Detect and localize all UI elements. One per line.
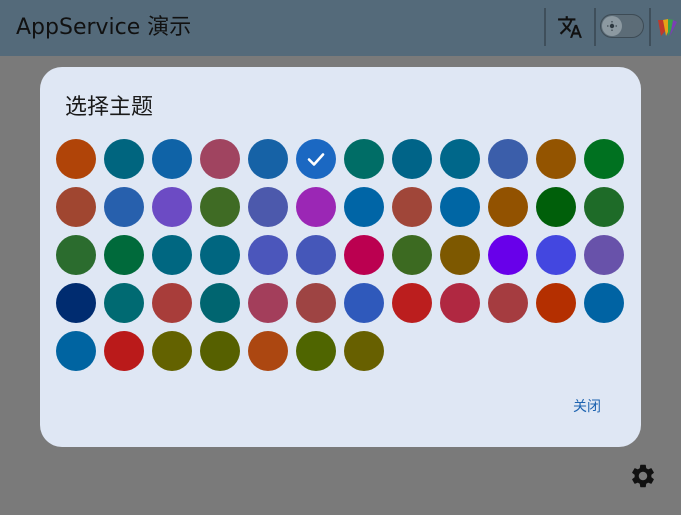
color-swatch[interactable] — [152, 235, 192, 275]
color-swatch[interactable] — [344, 331, 384, 371]
color-swatch[interactable] — [584, 283, 624, 323]
gear-icon[interactable] — [629, 462, 657, 490]
color-swatch[interactable] — [296, 187, 336, 227]
color-swatch[interactable] — [56, 331, 96, 371]
color-swatch[interactable] — [488, 235, 528, 275]
theme-picker-dialog: 选择主题 关闭 — [40, 67, 641, 447]
color-swatch[interactable] — [152, 331, 192, 371]
color-swatch-selected[interactable] — [296, 139, 336, 179]
color-swatch[interactable] — [104, 283, 144, 323]
color-swatch[interactable] — [584, 187, 624, 227]
color-swatch[interactable] — [440, 139, 480, 179]
check-icon — [307, 153, 325, 166]
color-swatch[interactable] — [56, 139, 96, 179]
color-swatch[interactable] — [488, 139, 528, 179]
app-bar: AppService 演示 — [0, 0, 681, 56]
color-swatch[interactable] — [344, 187, 384, 227]
close-button[interactable]: 关闭 — [560, 396, 614, 418]
color-swatch[interactable] — [248, 139, 288, 179]
color-swatch[interactable] — [392, 139, 432, 179]
color-swatch[interactable] — [200, 187, 240, 227]
color-swatch[interactable] — [152, 283, 192, 323]
color-swatch[interactable] — [296, 283, 336, 323]
color-swatch[interactable] — [584, 235, 624, 275]
color-swatch[interactable] — [248, 331, 288, 371]
color-swatch[interactable] — [56, 283, 96, 323]
color-swatch[interactable] — [392, 187, 432, 227]
color-swatch[interactable] — [536, 235, 576, 275]
color-swatch-grid — [56, 139, 632, 371]
color-swatch[interactable] — [440, 235, 480, 275]
color-swatch[interactable] — [344, 283, 384, 323]
color-swatch[interactable] — [200, 283, 240, 323]
color-swatch[interactable] — [536, 139, 576, 179]
color-swatch[interactable] — [440, 187, 480, 227]
dark-mode-toggle[interactable] — [600, 14, 644, 38]
translate-icon[interactable] — [557, 14, 583, 40]
color-swatch[interactable] — [200, 235, 240, 275]
color-swatch[interactable] — [440, 283, 480, 323]
color-swatch[interactable] — [104, 235, 144, 275]
color-swatch[interactable] — [200, 139, 240, 179]
color-swatch[interactable] — [248, 187, 288, 227]
color-swatch[interactable] — [488, 187, 528, 227]
color-swatch[interactable] — [344, 139, 384, 179]
color-swatch[interactable] — [104, 187, 144, 227]
color-swatch[interactable] — [392, 235, 432, 275]
color-swatch[interactable] — [104, 331, 144, 371]
color-swatch[interactable] — [488, 283, 528, 323]
color-swatch[interactable] — [248, 235, 288, 275]
brightness-icon — [607, 21, 617, 31]
color-swatch[interactable] — [56, 187, 96, 227]
color-swatch[interactable] — [536, 283, 576, 323]
color-swatch[interactable] — [104, 139, 144, 179]
color-swatch[interactable] — [584, 139, 624, 179]
palette-icon[interactable] — [655, 16, 677, 38]
toolbar-divider — [649, 8, 651, 46]
dialog-title: 选择主题 — [65, 95, 154, 120]
color-swatch[interactable] — [392, 283, 432, 323]
color-swatch[interactable] — [296, 235, 336, 275]
color-swatch[interactable] — [152, 139, 192, 179]
color-swatch[interactable] — [200, 331, 240, 371]
toggle-knob — [602, 16, 622, 36]
color-swatch[interactable] — [248, 283, 288, 323]
color-swatch[interactable] — [344, 235, 384, 275]
app-title: AppService 演示 — [16, 15, 192, 40]
color-swatch[interactable] — [152, 187, 192, 227]
toolbar-divider — [594, 8, 596, 46]
color-swatch[interactable] — [56, 235, 96, 275]
color-swatch[interactable] — [296, 331, 336, 371]
color-swatch[interactable] — [536, 187, 576, 227]
toolbar-divider — [544, 8, 546, 46]
